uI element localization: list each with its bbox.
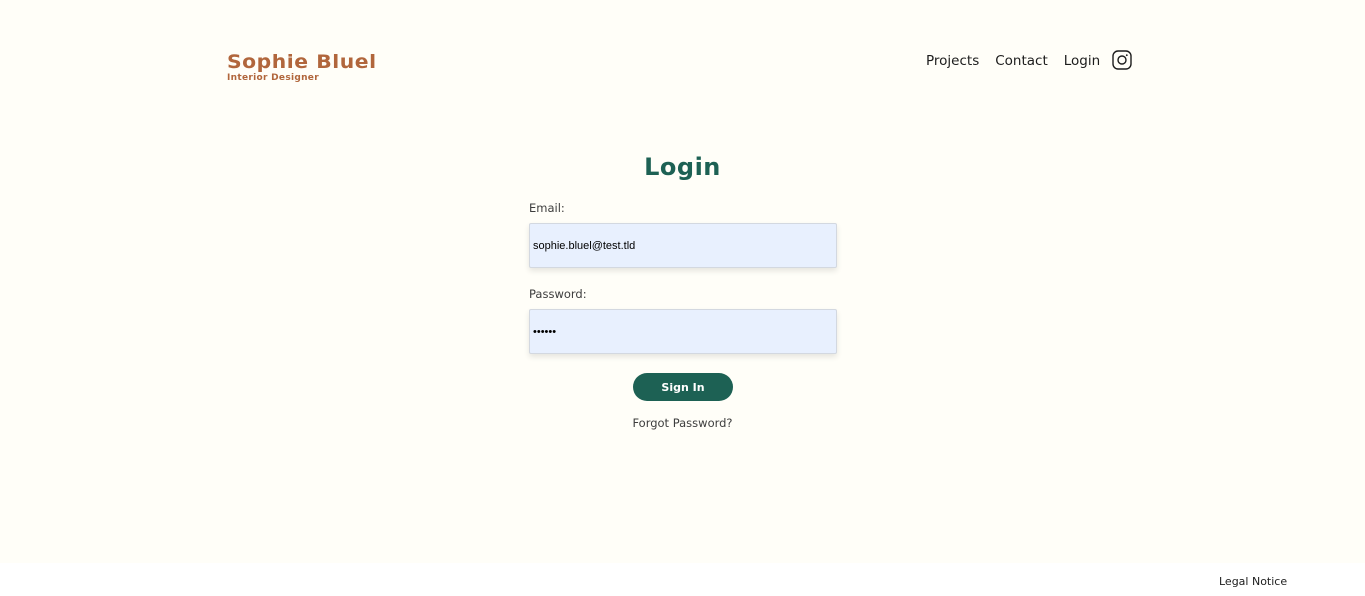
password-field[interactable] — [529, 309, 837, 354]
email-field[interactable] — [529, 223, 837, 268]
nav-link-contact[interactable]: Contact — [995, 53, 1048, 69]
nav-link-login[interactable]: Login — [1064, 53, 1100, 69]
sign-in-button[interactable]: Sign In — [633, 373, 733, 401]
instagram-icon-graphic — [1112, 50, 1132, 70]
legal-notice-link[interactable]: Legal Notice — [1219, 575, 1287, 588]
logo-subtitle: Interior Designer — [227, 73, 319, 83]
footer — [0, 563, 1365, 596]
logo[interactable]: Sophie Bluel Interior Designer — [227, 50, 376, 83]
forgot-password-link[interactable]: Forgot Password? — [632, 416, 732, 430]
email-label: Email: — [529, 201, 565, 215]
instagram-icon[interactable] — [1112, 50, 1132, 70]
nav-link-projects[interactable]: Projects — [926, 53, 979, 69]
page-main-area — [0, 0, 1365, 563]
forgot-password-row: Forgot Password? — [0, 416, 1365, 430]
logo-title: Sophie Bluel — [227, 51, 377, 73]
login-title: Login — [644, 153, 721, 181]
main-nav: Projects Contact Login — [926, 52, 1116, 70]
password-label: Password: — [529, 287, 587, 301]
